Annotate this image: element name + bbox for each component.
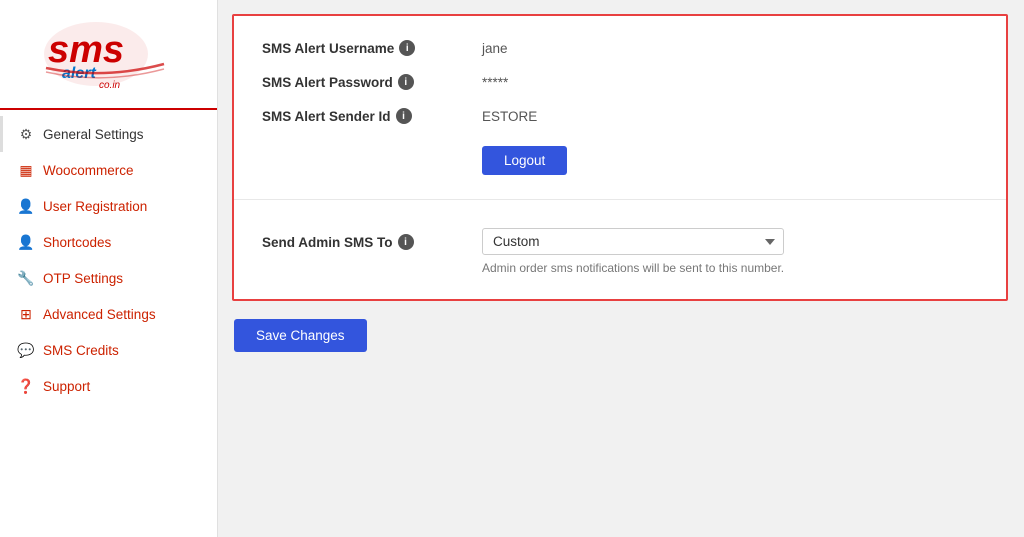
- credentials-section: SMS Alert Username i jane SMS Alert Pass…: [234, 16, 1006, 200]
- admin-sms-controls: Custom Admin Other Admin order sms notif…: [482, 228, 784, 275]
- admin-sms-dropdown[interactable]: Custom Admin Other: [482, 228, 784, 255]
- sidebar-item-label: Shortcodes: [43, 235, 111, 250]
- sidebar-item-user-registration[interactable]: 👤 User Registration: [0, 188, 217, 224]
- gear-icon: ⚙: [17, 125, 35, 143]
- sidebar-nav: ⚙ General Settings ▦ Woocommerce 👤 User …: [0, 110, 217, 404]
- password-info-icon[interactable]: i: [398, 74, 414, 90]
- admin-sms-section: Send Admin SMS To i Custom Admin Other A…: [234, 200, 1006, 299]
- sidebar-item-sms-credits[interactable]: 💬 SMS Credits: [0, 332, 217, 368]
- logout-button[interactable]: Logout: [482, 146, 567, 175]
- sender-id-row: SMS Alert Sender Id i ESTORE: [262, 108, 978, 124]
- footer-bar: Save Changes: [218, 301, 1024, 370]
- user-icon: 👤: [17, 197, 35, 215]
- password-value: *****: [482, 75, 508, 90]
- admin-sms-row: Send Admin SMS To i Custom Admin Other A…: [262, 224, 978, 275]
- sidebar-item-support[interactable]: ❓ Support: [0, 368, 217, 404]
- password-row: SMS Alert Password i *****: [262, 74, 978, 90]
- sidebar-item-label: Advanced Settings: [43, 307, 156, 322]
- admin-sms-hint: Admin order sms notifications will be se…: [482, 261, 784, 275]
- sidebar-item-label: General Settings: [43, 127, 144, 142]
- chat-icon: 💬: [17, 341, 35, 359]
- sms-alert-logo: sms alert co.in: [44, 20, 174, 88]
- sidebar-item-otp-settings[interactable]: 🔧 OTP Settings: [0, 260, 217, 296]
- logo-area: sms alert co.in: [0, 0, 217, 110]
- sidebar-item-general-settings[interactable]: ⚙ General Settings: [0, 116, 217, 152]
- sidebar-item-label: OTP Settings: [43, 271, 123, 286]
- sliders-icon: ⊞: [17, 305, 35, 323]
- sidebar: sms alert co.in ⚙ General Settings ▦: [0, 0, 218, 537]
- username-label: SMS Alert Username i: [262, 40, 482, 56]
- password-label: SMS Alert Password i: [262, 74, 482, 90]
- sender-id-value: ESTORE: [482, 109, 537, 124]
- username-info-icon[interactable]: i: [399, 40, 415, 56]
- sender-id-label: SMS Alert Sender Id i: [262, 108, 482, 124]
- sidebar-item-label: SMS Credits: [43, 343, 119, 358]
- sidebar-item-woocommerce[interactable]: ▦ Woocommerce: [0, 152, 217, 188]
- username-row: SMS Alert Username i jane: [262, 40, 978, 56]
- logout-row: Logout: [262, 142, 978, 175]
- admin-sms-info-icon[interactable]: i: [398, 234, 414, 250]
- sidebar-item-label: Woocommerce: [43, 163, 134, 178]
- save-changes-button[interactable]: Save Changes: [234, 319, 367, 352]
- main-content: SMS Alert Username i jane SMS Alert Pass…: [218, 0, 1024, 537]
- sidebar-item-label: Support: [43, 379, 90, 394]
- admin-sms-label: Send Admin SMS To i: [262, 228, 482, 250]
- sender-id-info-icon[interactable]: i: [396, 108, 412, 124]
- sidebar-item-label: User Registration: [43, 199, 147, 214]
- list-icon: ▦: [17, 161, 35, 179]
- svg-text:co.in: co.in: [99, 80, 121, 88]
- question-icon: ❓: [17, 377, 35, 395]
- sidebar-item-advanced-settings[interactable]: ⊞ Advanced Settings: [0, 296, 217, 332]
- username-value: jane: [482, 41, 508, 56]
- sidebar-item-shortcodes[interactable]: 👤 Shortcodes: [0, 224, 217, 260]
- shortcode-icon: 👤: [17, 233, 35, 251]
- settings-panel: SMS Alert Username i jane SMS Alert Pass…: [232, 14, 1008, 301]
- wrench-icon: 🔧: [17, 269, 35, 287]
